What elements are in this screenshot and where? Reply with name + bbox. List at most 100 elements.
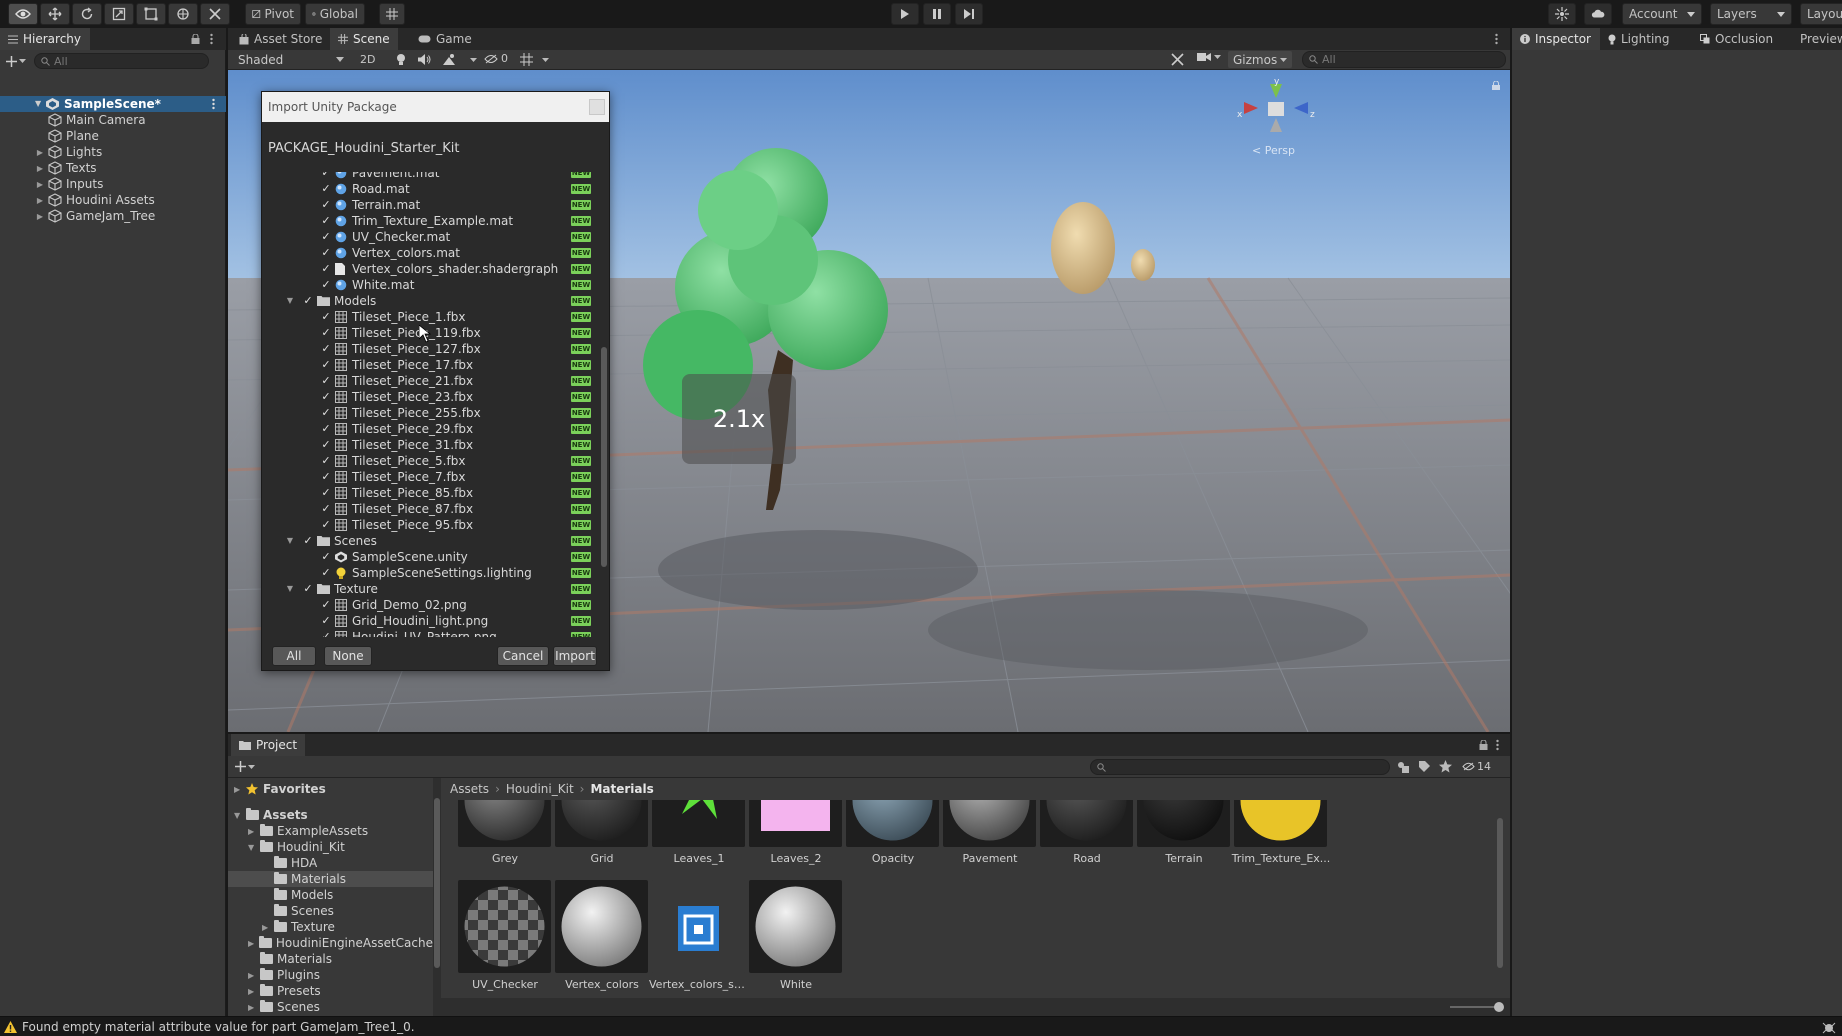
tab-preview[interactable]: Preview xyxy=(1792,28,1842,50)
expand-arrow-icon[interactable]: ▶ xyxy=(34,196,46,205)
star-icon[interactable] xyxy=(1439,760,1452,773)
select-none-button[interactable]: None xyxy=(324,646,372,666)
chevron-down-icon[interactable] xyxy=(470,58,477,62)
tab-project[interactable]: Project xyxy=(231,734,306,756)
package-file-row[interactable]: ✓ Vertex_colors_shader.shadergraph NEW xyxy=(262,261,600,277)
include-checkbox[interactable]: ✓ xyxy=(320,359,332,371)
shading-mode-dropdown[interactable]: Shaded xyxy=(232,51,350,68)
import-button[interactable]: Import xyxy=(553,646,597,666)
expand-arrow-icon[interactable]: ▼ xyxy=(35,99,41,108)
expand-arrow-icon[interactable]: ▶ xyxy=(34,212,46,221)
package-file-row[interactable]: ✓ Tileset_Piece_127.fbx NEW xyxy=(262,341,600,357)
include-checkbox[interactable]: ✓ xyxy=(320,519,332,531)
include-checkbox[interactable]: ✓ xyxy=(320,551,332,563)
debug-icon[interactable] xyxy=(1822,1020,1836,1034)
project-folder-item[interactable]: ▶ Texture xyxy=(228,919,433,935)
pause-button[interactable] xyxy=(923,3,951,25)
tab-inspector[interactable]: Inspector xyxy=(1512,28,1600,50)
expand-arrow-icon[interactable]: ▶ xyxy=(248,987,260,996)
project-folder-item[interactable]: ▶ Scenes xyxy=(228,999,433,1015)
kebab-menu-icon[interactable] xyxy=(212,98,215,110)
project-create-dropdown[interactable] xyxy=(235,761,255,772)
transform-tool-button[interactable] xyxy=(168,3,198,25)
collapse-arrow-icon[interactable]: ▼ xyxy=(284,535,296,547)
include-checkbox[interactable]: ✓ xyxy=(320,231,332,243)
scale-tool-button[interactable] xyxy=(104,3,134,25)
asset-grid-scrollbar[interactable] xyxy=(1496,796,1504,996)
kebab-menu-icon[interactable] xyxy=(1496,739,1499,751)
favorites-row[interactable]: ▶ Favorites xyxy=(234,781,326,797)
scrollbar-thumb[interactable] xyxy=(601,347,607,567)
audio-icon[interactable] xyxy=(418,54,431,65)
hierarchy-item[interactable]: ▶ Houdini Assets xyxy=(37,192,155,208)
slider-handle[interactable] xyxy=(1494,1002,1504,1012)
project-folder-item[interactable]: HDA xyxy=(228,855,433,871)
grid-snap-button[interactable] xyxy=(379,3,405,25)
package-file-row[interactable]: ✓ Pavement.mat NEW xyxy=(262,172,600,181)
expand-arrow-icon[interactable]: ▼ xyxy=(248,843,260,852)
expand-arrow-icon[interactable]: ▶ xyxy=(34,164,46,173)
tab-hierarchy[interactable]: Hierarchy xyxy=(0,28,90,50)
file-list-scrollbar[interactable] xyxy=(601,177,607,632)
package-file-row[interactable]: ✓ Road.mat NEW xyxy=(262,181,600,197)
include-checkbox[interactable]: ✓ xyxy=(320,391,332,403)
hierarchy-item[interactable]: Main Camera xyxy=(46,112,146,128)
include-checkbox[interactable]: ✓ xyxy=(320,279,332,291)
expand-arrow-icon[interactable]: ▶ xyxy=(262,923,274,932)
status-bar[interactable]: Found empty material attribute value for… xyxy=(0,1016,1842,1036)
rotate-tool-button[interactable] xyxy=(72,3,102,25)
2d-toggle[interactable]: 2D xyxy=(360,53,375,66)
include-checkbox[interactable]: ✓ xyxy=(320,471,332,483)
package-folder-row[interactable]: ▼ ✓ Models NEW xyxy=(262,293,600,309)
include-checkbox[interactable]: ✓ xyxy=(320,375,332,387)
lightbulb-icon[interactable] xyxy=(396,53,406,66)
expand-arrow-icon[interactable]: ▶ xyxy=(34,148,46,157)
tab-occlusion[interactable]: Occlusion xyxy=(1692,28,1781,50)
package-file-row[interactable]: ✓ Tileset_Piece_85.fbx NEW xyxy=(262,485,600,501)
project-folder-item[interactable]: ▼ Houdini_Kit xyxy=(228,839,433,855)
services-button[interactable] xyxy=(1548,3,1576,25)
lock-icon[interactable] xyxy=(191,34,200,44)
package-file-row[interactable]: ✓ Tileset_Piece_17.fbx NEW xyxy=(262,357,600,373)
project-search-input[interactable] xyxy=(1090,759,1390,775)
package-file-row[interactable]: ✓ Vertex_colors.mat NEW xyxy=(262,245,600,261)
filter-type-icon[interactable] xyxy=(1396,760,1410,774)
tab-game[interactable]: Game xyxy=(410,28,480,50)
project-folder-item[interactable]: Materials xyxy=(228,871,433,887)
package-file-row[interactable]: ✓ Tileset_Piece_255.fbx NEW xyxy=(262,405,600,421)
view-tool-button[interactable] xyxy=(8,3,38,25)
tab-asset-store[interactable]: Asset Store xyxy=(231,28,330,50)
layers-dropdown[interactable]: Layers xyxy=(1710,3,1792,25)
project-folder-item[interactable]: Materials xyxy=(228,951,433,967)
chevron-down-icon[interactable] xyxy=(542,58,549,62)
hierarchy-search-input[interactable]: All xyxy=(34,53,209,69)
play-button[interactable] xyxy=(891,3,919,25)
include-checkbox[interactable]: ✓ xyxy=(302,583,314,595)
global-toggle[interactable]: Global xyxy=(305,3,365,25)
package-file-row[interactable]: ✓ Trim_Texture_Example.mat NEW xyxy=(262,213,600,229)
include-checkbox[interactable]: ✓ xyxy=(320,615,332,627)
include-checkbox[interactable]: ✓ xyxy=(320,439,332,451)
tab-lighting[interactable]: Lighting xyxy=(1600,28,1678,50)
breadcrumb-item[interactable]: Materials xyxy=(590,782,653,796)
expand-arrow-icon[interactable]: ▶ xyxy=(248,971,260,980)
camera-dropdown[interactable] xyxy=(1197,52,1221,62)
include-checkbox[interactable]: ✓ xyxy=(302,535,314,547)
package-file-row[interactable]: ✓ Tileset_Piece_21.fbx NEW xyxy=(262,373,600,389)
grid-toggle-icon[interactable] xyxy=(520,53,533,66)
package-file-row[interactable]: ✓ Tileset_Piece_23.fbx NEW xyxy=(262,389,600,405)
tree-scrollbar-thumb[interactable] xyxy=(434,798,440,968)
package-file-row[interactable]: ✓ Tileset_Piece_5.fbx NEW xyxy=(262,453,600,469)
create-dropdown[interactable] xyxy=(6,55,26,67)
kebab-menu-icon[interactable] xyxy=(210,33,213,45)
include-checkbox[interactable]: ✓ xyxy=(320,455,332,467)
select-all-button[interactable]: All xyxy=(272,646,316,666)
package-folder-row[interactable]: ▼ ✓ Scenes NEW xyxy=(262,533,600,549)
cloud-button[interactable] xyxy=(1584,3,1612,25)
include-checkbox[interactable]: ✓ xyxy=(320,343,332,355)
breadcrumb-item[interactable]: Assets xyxy=(450,782,489,796)
custom-tool-button[interactable] xyxy=(200,3,230,25)
expand-arrow-icon[interactable]: ▶ xyxy=(248,939,259,948)
project-folder-item[interactable]: Scenes xyxy=(228,903,433,919)
include-checkbox[interactable]: ✓ xyxy=(320,172,332,179)
